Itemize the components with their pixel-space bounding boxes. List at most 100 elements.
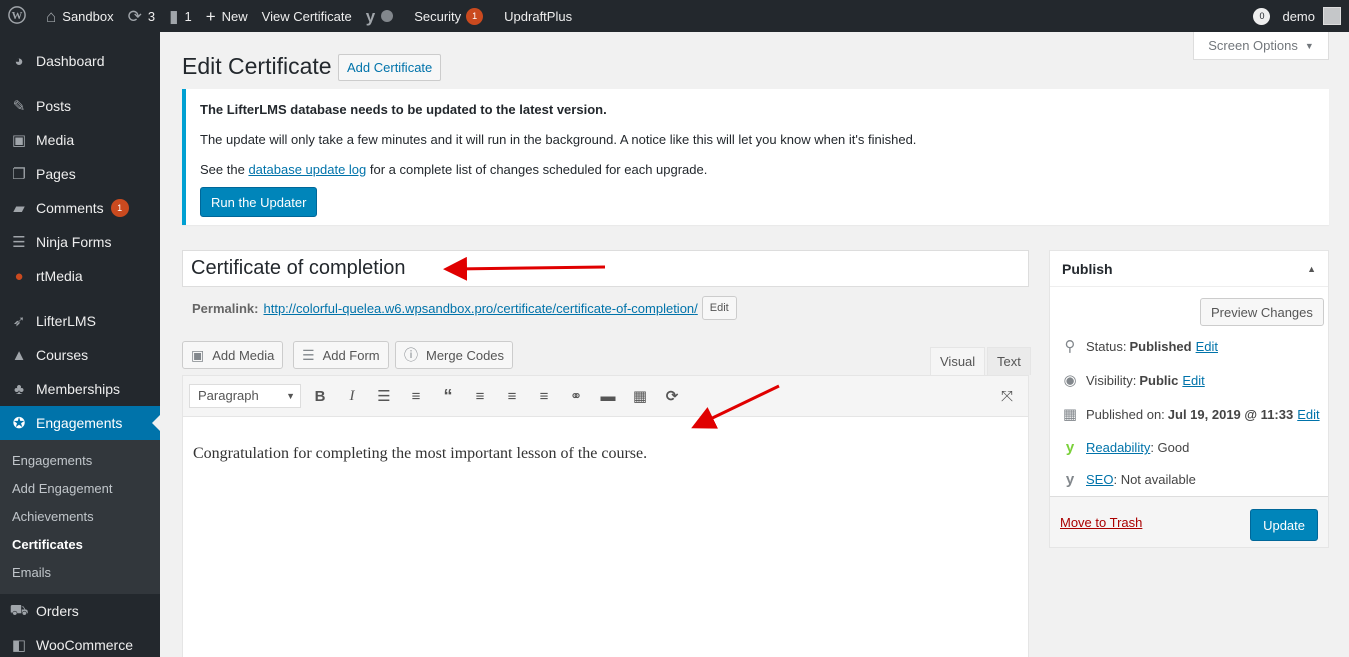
edit-slug-button[interactable]: Edit [701, 296, 737, 320]
sidebar-item-courses[interactable]: ▲ Courses [0, 338, 160, 372]
sidebar-item-label: Pages [36, 166, 76, 182]
sidebar-item-engagements[interactable]: ✪ Engagements [0, 406, 160, 440]
notifications-badge[interactable]: 0 [1253, 7, 1271, 25]
bullet-list-icon[interactable]: ☰ [372, 385, 396, 407]
move-to-trash-link[interactable]: Move to Trash [1060, 515, 1142, 530]
sidebar-item-woocommerce[interactable]: ◧ WooCommerce [0, 628, 160, 657]
notice-text: The update will only take a few minutes … [200, 132, 917, 147]
calendar-icon: ▦ [1062, 406, 1078, 423]
sidebar-item-label: Posts [36, 98, 72, 114]
screen-options-label: Screen Options [1208, 38, 1298, 53]
fullscreen-icon[interactable]: ⤧ [995, 385, 1019, 407]
security-menu[interactable]: Security 1 [400, 0, 490, 32]
refresh-icon: ⟳ [127, 6, 142, 26]
new-content-link[interactable]: + New [199, 0, 255, 32]
format-select[interactable]: Paragraph ▼ [189, 384, 301, 408]
screen-options-button[interactable]: Screen Options ▼ [1193, 32, 1329, 60]
readability-row: y Readability : Good [1060, 439, 1190, 456]
tab-text[interactable]: Text [987, 347, 1031, 375]
adminbar-right: 0 demo [1253, 7, 1349, 25]
avatar[interactable] [1323, 7, 1341, 25]
security-badge: 1 [466, 7, 484, 25]
plus-icon: + [205, 6, 216, 26]
run-updater-button[interactable]: Run the Updater [200, 187, 318, 217]
add-form-button[interactable]: ☰ Add Form [293, 341, 389, 369]
add-media-button[interactable]: ▣ Add Media [182, 341, 284, 369]
updates-count: 3 [147, 8, 156, 24]
submenu-item-emails[interactable]: Emails [0, 559, 160, 587]
align-left-icon[interactable]: ≡ [468, 385, 492, 407]
caret-up-icon: ▲ [1307, 264, 1316, 274]
updraftplus-menu[interactable]: UpdraftPlus [490, 0, 579, 32]
preview-changes-button[interactable]: Preview Changes [1200, 298, 1324, 326]
dashboard-icon: ◕ [14, 52, 24, 70]
italic-icon[interactable]: I [340, 385, 364, 407]
add-certificate-button[interactable]: Add Certificate [338, 54, 442, 81]
sidebar-item-comments[interactable]: ▰ Comments 1 [0, 191, 160, 225]
sidebar-item-rtmedia[interactable]: ● rtMedia [0, 259, 160, 293]
link-icon[interactable]: ⚭ [564, 385, 588, 407]
sidebar-item-dashboard[interactable]: ◕ Dashboard [0, 44, 160, 78]
publish-header[interactable]: Publish ▲ [1050, 251, 1328, 287]
publish-actions: Move to Trash Update [1050, 496, 1328, 547]
read-more-icon[interactable]: ▬ [596, 385, 620, 407]
updates-link[interactable]: ⟳ 3 [121, 0, 162, 32]
edit-visibility-link[interactable]: Edit [1182, 373, 1204, 388]
notice-text-log: See the database update log for a comple… [200, 162, 1329, 177]
seo-link[interactable]: SEO [1086, 472, 1113, 487]
permalink-link[interactable]: http://colorful-quelea.w6.wpsandbox.pro/… [263, 301, 697, 316]
update-button[interactable]: Update [1250, 509, 1318, 541]
align-right-icon[interactable]: ≡ [532, 385, 556, 407]
refresh-icon[interactable]: ⟳ [660, 385, 684, 407]
bold-icon[interactable]: B [308, 385, 332, 407]
site-name-link[interactable]: ⌂ Sandbox [39, 0, 121, 32]
update-notice: The LifterLMS database needs to be updat… [182, 89, 1329, 225]
sidebar-item-orders[interactable]: ⛟ Orders [0, 594, 160, 628]
permalink-end: / [694, 300, 698, 316]
graduation-cap-icon: ▲ [11, 346, 27, 364]
view-certificate-link[interactable]: View Certificate [255, 0, 359, 32]
yoast-menu[interactable]: y [359, 0, 400, 32]
sidebar-item-label: Media [36, 132, 75, 148]
tab-visual[interactable]: Visual [930, 347, 986, 375]
blockquote-icon[interactable]: “ [436, 385, 460, 407]
status-label: Status: [1086, 338, 1127, 354]
pin-icon: ⚲ [1064, 338, 1076, 355]
visibility-row: ◉ Visibility: Public Edit [1060, 371, 1204, 389]
visibility-value: Public [1139, 372, 1179, 388]
edit-date-link[interactable]: Edit [1297, 407, 1319, 422]
submenu-item-engagements[interactable]: Engagements [0, 447, 160, 475]
editor-body[interactable]: Congratulation for completing the most i… [183, 417, 1028, 463]
sidebar-item-lifterlms[interactable]: ➶ LifterLMS [0, 304, 160, 338]
notice-text-part: for a complete list of changes scheduled… [366, 162, 708, 177]
format-select-value: Paragraph [198, 388, 259, 403]
post-title-input[interactable] [183, 251, 1028, 286]
pages-icon: ❐ [12, 166, 26, 183]
submenu-item-achievements[interactable]: Achievements [0, 503, 160, 531]
merge-codes-button[interactable]: ⓘ Merge Codes [395, 341, 514, 369]
comments-link[interactable]: ▮ 1 [162, 0, 199, 32]
view-label: View Certificate [261, 8, 352, 24]
add-form-label: Add Form [322, 347, 380, 363]
submenu-item-certificates[interactable]: Certificates [0, 531, 160, 559]
sidebar-item-label: Memberships [36, 381, 121, 397]
permalink-row: Permalink: http://colorful-quelea.w6.wps… [192, 296, 737, 320]
readability-link[interactable]: Readability [1086, 440, 1150, 455]
pin-icon: ✎ [12, 98, 26, 115]
align-center-icon[interactable]: ≡ [500, 385, 524, 407]
user-name[interactable]: demo [1282, 9, 1315, 24]
wordpress-logo-button[interactable]: W [0, 0, 39, 32]
numbered-list-icon[interactable]: ≡ [404, 385, 428, 407]
submenu-item-add-engagement[interactable]: Add Engagement [0, 475, 160, 503]
sidebar-item-memberships[interactable]: ♣ Memberships [0, 372, 160, 406]
sidebar-item-media[interactable]: ▣ Media [0, 123, 160, 157]
permalink-slug: certificate-of-completion [556, 300, 695, 316]
sidebar-item-ninja-forms[interactable]: ☰ Ninja Forms [0, 225, 160, 259]
sidebar-item-posts[interactable]: ✎ Posts [0, 89, 160, 123]
edit-status-link[interactable]: Edit [1196, 339, 1218, 354]
database-update-log-link[interactable]: database update log [248, 162, 366, 177]
sidebar-item-label: Orders [36, 603, 79, 619]
sidebar-item-label: WooCommerce [36, 637, 133, 653]
sidebar-item-pages[interactable]: ❐ Pages [0, 157, 160, 191]
toolbar-toggle-icon[interactable]: ▦ [628, 385, 652, 407]
